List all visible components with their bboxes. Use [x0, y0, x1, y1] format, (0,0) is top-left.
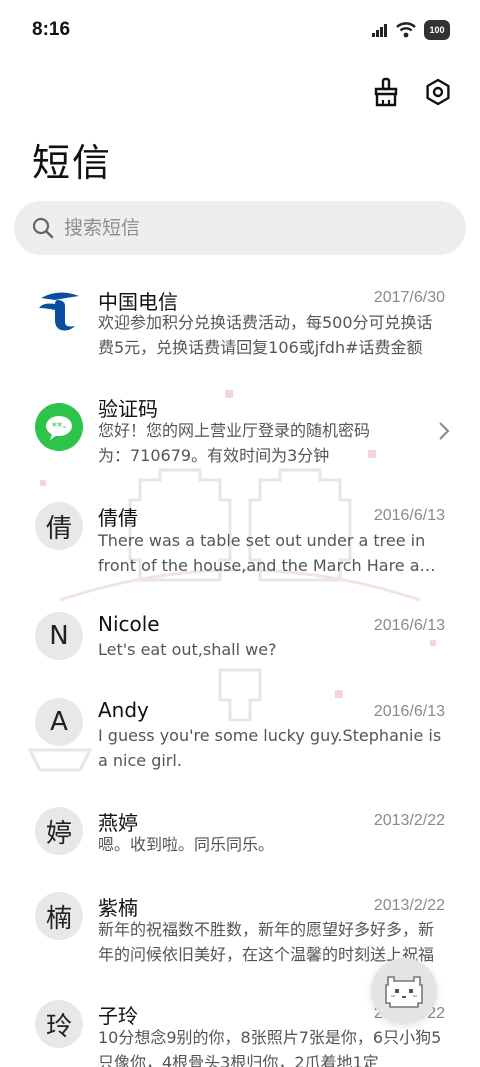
chat-bubble-icon: **- — [46, 416, 72, 440]
message-preview: 10分想念9别的你，8张照片7张是你，6只小狗5只像你，4根骨头3根归你，2爪着… — [98, 1028, 442, 1067]
avatar — [35, 286, 83, 334]
search-icon — [32, 217, 54, 239]
avatar: **- — [35, 403, 83, 451]
message-preview: 嗯。收到啦。同乐同乐。 — [98, 835, 275, 854]
pixel-cat-icon — [385, 976, 423, 1008]
avatar: 婷 — [35, 807, 83, 855]
conversation-row[interactable]: 倩 倩倩 2016/6/13 There was a table set out… — [0, 502, 480, 592]
message-preview: There was a table set out under a tree i… — [98, 531, 440, 575]
status-time: 8:16 — [32, 19, 71, 40]
clean-brush-button[interactable] — [370, 76, 402, 108]
chevron-right-icon — [439, 422, 450, 440]
conversation-row[interactable]: N Nicole 2016/6/13 Let's eat out,shall w… — [0, 612, 480, 682]
message-preview: I guess you're some lucky guy.Stephanie … — [98, 726, 442, 770]
avatar: 玲 — [35, 1000, 83, 1048]
contact-name: Nicole — [98, 612, 160, 636]
top-actions — [370, 76, 454, 108]
message-date: 2016/6/13 — [373, 703, 445, 720]
svg-text:**-: **- — [52, 420, 67, 433]
message-preview: 欢迎参加积分兑换话费活动，每500分可兑换话费5元，兑换话费请回复106或jfd… — [98, 313, 433, 357]
page-title: 短信 — [32, 141, 113, 185]
china-telecom-logo-icon — [39, 292, 79, 331]
search-bar[interactable] — [14, 201, 466, 255]
status-icons: 100 — [372, 20, 450, 40]
status-bar: 8:16 100 — [0, 0, 480, 60]
conversation-row[interactable]: A Andy 2016/6/13 I guess you're some luc… — [0, 698, 480, 788]
compose-button[interactable] — [371, 958, 437, 1024]
brush-icon — [374, 77, 398, 107]
avatar: N — [35, 612, 83, 660]
avatar: 楠 — [35, 892, 83, 940]
settings-icon — [426, 78, 450, 106]
message-date: 2017/6/30 — [373, 289, 445, 306]
conversation-row[interactable]: 婷 燕婷 2013/2/22 嗯。收到啦。同乐同乐。 — [0, 807, 480, 877]
message-date: 2013/2/22 — [373, 897, 445, 914]
conversation-row[interactable]: 中国电信 2017/6/30 欢迎参加积分兑换话费活动，每500分可兑换话费5元… — [0, 282, 480, 382]
wifi-icon — [396, 22, 416, 38]
conversation-row[interactable]: **- 验证码 您好！您的网上营业厅登录的随机密码为：710679。有效时间为3… — [0, 393, 480, 483]
search-input[interactable] — [64, 217, 424, 239]
avatar: A — [35, 698, 83, 746]
message-date: 2013/2/22 — [373, 812, 445, 829]
contact-name: 倩倩 — [98, 506, 138, 530]
message-preview: 您好！您的网上营业厅登录的随机密码为：710679。有效时间为3分钟 — [98, 421, 371, 465]
message-date: 2016/6/13 — [373, 507, 445, 524]
signal-icon — [372, 24, 387, 37]
message-preview: Let's eat out,shall we? — [98, 640, 277, 659]
avatar: 倩 — [35, 502, 83, 550]
battery-icon: 100 — [424, 20, 450, 40]
message-date: 2016/6/13 — [373, 617, 445, 634]
contact-name: Andy — [98, 698, 149, 722]
settings-button[interactable] — [422, 76, 454, 108]
